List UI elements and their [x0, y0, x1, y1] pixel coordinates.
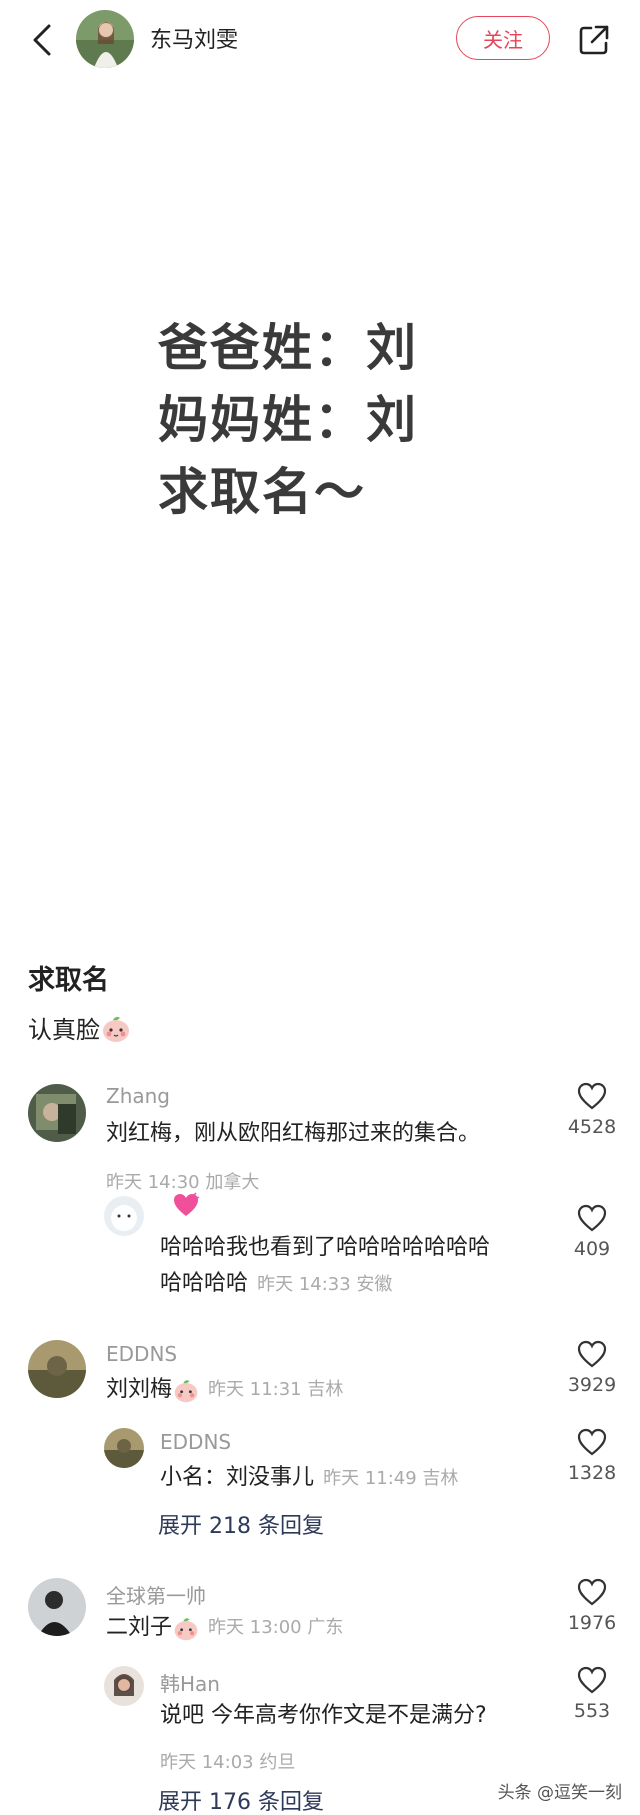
expand-replies-link[interactable]: 展开 176 条回复: [158, 1784, 324, 1815]
chevron-left-icon: [33, 24, 51, 56]
like-button[interactable]: 1328: [552, 1428, 632, 1484]
commenter-avatar[interactable]: [104, 1428, 144, 1468]
like-count: 553: [573, 1700, 611, 1722]
commenter-avatar[interactable]: [28, 1084, 86, 1142]
pink-heart-icon: [174, 1192, 200, 1216]
post-image-line: 妈妈姓：刘: [158, 391, 418, 449]
heart-icon: [577, 1578, 607, 1606]
commenter-name[interactable]: EDDNS: [106, 1342, 177, 1366]
comment-meta: 昨天 11:49 吉林: [323, 1468, 459, 1489]
watermark: 头条 @逗笑一刻: [497, 1783, 622, 1803]
commenter-avatar[interactable]: [28, 1578, 86, 1636]
like-count: 1976: [567, 1612, 617, 1634]
post-body: 认真脸: [28, 1010, 132, 1045]
like-button[interactable]: 553: [552, 1666, 632, 1722]
peach-face-emoji-icon: [174, 1618, 198, 1641]
heart-icon: [577, 1340, 607, 1368]
comment-meta: 昨天 13:00 广东: [208, 1617, 344, 1638]
author-avatar[interactable]: [76, 10, 134, 68]
commenter-avatar[interactable]: [28, 1340, 86, 1398]
like-count: 4528: [567, 1116, 617, 1138]
post-image[interactable]: 爸爸姓：刘 妈妈姓：刘 求取名～: [0, 80, 640, 940]
commenter-name[interactable]: 韩Han: [160, 1668, 220, 1697]
post-image-line: 爸爸姓：刘: [158, 319, 418, 377]
comment-meta: 昨天 14:03 约旦: [160, 1752, 296, 1773]
like-count: 3929: [567, 1374, 617, 1396]
comment-body: 二刘子 昨天 13:00 广东: [106, 1610, 343, 1646]
comment-text: 刘刘梅: [106, 1377, 173, 1402]
comment-text: 哈哈哈我也看到了哈哈哈哈哈哈哈: [160, 1235, 491, 1260]
post-title: 求取名: [28, 965, 109, 996]
like-button[interactable]: 4528: [552, 1082, 632, 1138]
share-button[interactable]: [574, 20, 614, 60]
share-icon: [579, 25, 609, 55]
comment-text-line2: 哈哈哈哈 昨天 14:33 安徽: [160, 1266, 392, 1303]
top-bar: 东马刘雯 关注: [0, 0, 640, 80]
like-button[interactable]: 3929: [552, 1340, 632, 1396]
heart-icon: [577, 1666, 607, 1694]
heart-icon: [577, 1204, 607, 1232]
post-image-text: 爸爸姓：刘 妈妈姓：刘 求取名～: [158, 312, 418, 528]
comment-meta: 昨天 14:30 加拿大: [106, 1172, 260, 1193]
author-name[interactable]: 东马刘雯: [150, 22, 238, 54]
comment-body: 刘刘梅 昨天 11:31 吉林: [106, 1372, 343, 1408]
heart-icon: [577, 1428, 607, 1456]
like-count: 1328: [567, 1462, 617, 1484]
peach-face-emoji-icon: [174, 1380, 198, 1403]
peach-face-emoji-icon: [103, 1016, 129, 1042]
follow-button[interactable]: 关注: [456, 16, 550, 60]
comment-text: 说吧 今年高考你作文是不是满分?: [160, 1703, 487, 1728]
commenter-name[interactable]: EDDNS: [160, 1430, 231, 1454]
commenter-name[interactable]: 全球第一帅: [106, 1580, 206, 1609]
comment-body: 小名：刘没事儿 昨天 11:49 吉林: [160, 1460, 458, 1497]
like-button[interactable]: 1976: [552, 1578, 632, 1634]
expand-replies-link[interactable]: 展开 218 条回复: [158, 1508, 324, 1540]
comment-text: 刘红梅，刚从欧阳红梅那过来的集合。: [106, 1121, 481, 1146]
post-body-text: 认真脸: [28, 1016, 100, 1044]
comment-meta: 昨天 11:31 吉林: [208, 1379, 344, 1400]
commenter-name[interactable]: Zhang: [106, 1084, 170, 1108]
like-count: 409: [573, 1238, 611, 1260]
comment-text: 小名：刘没事儿: [160, 1465, 315, 1490]
post-image-line: 求取名～: [158, 463, 366, 521]
comment-text: 二刘子: [106, 1615, 173, 1640]
commenter-avatar[interactable]: [104, 1666, 144, 1706]
heart-icon: [577, 1082, 607, 1110]
comment-text: 哈哈哈哈: [160, 1271, 249, 1296]
comment-meta: 昨天 14:33 安徽: [257, 1274, 393, 1295]
like-button[interactable]: 409: [552, 1204, 632, 1260]
commenter-avatar[interactable]: [104, 1196, 144, 1236]
back-button[interactable]: [22, 20, 62, 60]
